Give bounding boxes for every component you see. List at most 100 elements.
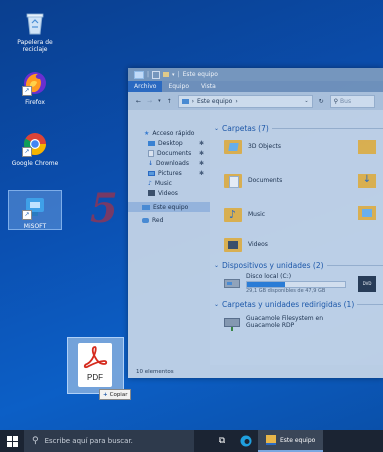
hard-drive-icon	[224, 279, 240, 288]
folder-3d-objects[interactable]: 3D Objects	[224, 138, 281, 154]
taskbar: ⚲ Escribe aquí para buscar. ⧉ Este equip…	[0, 430, 383, 452]
chevron-down-icon: ⌄	[214, 125, 220, 132]
computer-icon	[181, 98, 189, 104]
nav-label: Documents	[157, 149, 192, 157]
group-header-devices[interactable]: ⌄ Dispositivos y unidades (2)	[214, 261, 383, 270]
nav-label: Pictures	[158, 169, 182, 177]
pin-icon[interactable]: ✱	[199, 150, 204, 157]
download-arrow-icon: ↓	[362, 174, 372, 185]
explorer-window[interactable]: | ▾ | Este equipo Archivo Equipo Vista ←…	[128, 68, 383, 378]
drive-c[interactable]: Disco local (C:) 29,1 GB disponibles de …	[224, 273, 364, 295]
dragged-pdf-file[interactable]: PDF	[67, 337, 124, 394]
group-divider	[357, 304, 383, 305]
qat-dropdown-icon[interactable]: ▾	[172, 72, 175, 78]
desktop-icon-firefox[interactable]: ↗ Firefox	[8, 70, 62, 106]
titlebar-separator: |	[147, 71, 150, 78]
taskbar-search-input[interactable]: ⚲ Escribe aquí para buscar.	[24, 430, 194, 452]
firefox-icon: ↗	[22, 70, 48, 96]
pin-icon[interactable]: ✱	[199, 140, 204, 147]
recycle-bin-icon	[22, 10, 48, 36]
group-divider	[326, 265, 383, 266]
search-icon: ⚲	[333, 97, 339, 105]
back-arrow-icon[interactable]: ←	[136, 98, 141, 105]
desktop-icon-chrome[interactable]: ↗ Google Chrome	[4, 131, 66, 167]
navigation-pane: ★ Acceso rápido Desktop ✱ Documents ✱ ↓ …	[128, 110, 210, 378]
ribbon-tabs: Archivo Equipo Vista	[128, 81, 383, 92]
titlebar-separator: |	[177, 71, 180, 78]
edge-taskbar-button[interactable]	[234, 430, 258, 452]
group-header-network[interactable]: ⌄ Carpetas y unidades redirigidas (1)	[214, 300, 383, 309]
tab-archivo[interactable]: Archivo	[128, 81, 163, 92]
nav-item-music[interactable]: ♪ Music	[128, 178, 210, 188]
breadcrumb-chevron-icon[interactable]: ›	[192, 98, 194, 105]
properties-icon[interactable]	[152, 70, 161, 79]
desktop-icon-recycle-bin[interactable]: Papelera de reciclaje	[8, 10, 62, 53]
nav-item-this-pc[interactable]: Este equipo	[128, 202, 210, 212]
nav-item-documents[interactable]: Documents ✱	[128, 148, 210, 158]
tab-equipo[interactable]: Equipo	[162, 81, 195, 92]
network-drive-icon	[224, 318, 240, 331]
address-dropdown-icon[interactable]: ⌄	[304, 98, 308, 104]
up-arrow-icon[interactable]: ↑	[167, 98, 172, 105]
breadcrumb-chevron-icon[interactable]: ›	[235, 98, 237, 105]
folder-music[interactable]: ♪ Music	[224, 206, 265, 222]
nav-label: Videos	[158, 189, 178, 197]
drive-free-space: 29,1 GB disponibles de 47,9 GB	[246, 288, 326, 294]
nav-item-downloads[interactable]: ↓ Downloads ✱	[128, 158, 210, 168]
folder-pictures-partial[interactable]	[358, 206, 376, 220]
pin-icon[interactable]: ✱	[199, 160, 204, 167]
network-drive-guacamole[interactable]: Guacamole Filesystem en Guacamole RDP	[224, 314, 364, 334]
forward-arrow-icon[interactable]: →	[147, 98, 152, 105]
address-input[interactable]: › Este equipo › ⌄	[177, 94, 313, 108]
taskbar-explorer-button[interactable]: Este equipo	[258, 430, 324, 452]
nav-quick-access[interactable]: ★ Acceso rápido	[128, 128, 210, 138]
network-icon	[142, 217, 149, 223]
taskbar-window-label: Este equipo	[280, 436, 316, 444]
item-count: 10 elementos	[136, 368, 174, 375]
dvd-drive-partial[interactable]: DVD	[358, 276, 376, 292]
desktop-icon-misoft[interactable]: ↗ MiSOFT	[8, 190, 62, 230]
nav-item-pictures[interactable]: Pictures ✱	[128, 168, 210, 178]
group-header-folders[interactable]: ⌄ Carpetas (7)	[214, 124, 383, 133]
pdf-label: PDF	[87, 373, 103, 382]
new-folder-icon[interactable]	[163, 72, 170, 77]
search-input[interactable]: ⚲ Bus	[329, 94, 375, 108]
start-button[interactable]	[0, 430, 24, 452]
search-placeholder: Bus	[340, 97, 352, 105]
shortcut-arrow-icon: ↗	[22, 210, 32, 220]
drive-name: Disco local (C:)	[246, 273, 292, 280]
window-titlebar[interactable]: | ▾ | Este equipo	[128, 68, 383, 81]
tab-vista[interactable]: Vista	[195, 81, 222, 92]
folder-documents[interactable]: Documents	[224, 172, 282, 188]
music-note-icon: ♪	[148, 179, 152, 187]
folder-videos[interactable]: Videos	[224, 236, 268, 252]
window-title: Este equipo	[182, 71, 218, 78]
taskbar-search-placeholder: Escribe aquí para buscar.	[44, 437, 133, 445]
chevron-down-icon: ⌄	[214, 301, 220, 308]
folder-desktop-partial[interactable]	[358, 140, 376, 154]
refresh-icon[interactable]: ↻	[319, 98, 324, 105]
plus-icon: +	[103, 391, 108, 398]
status-bar: 10 elementos	[128, 365, 383, 378]
pin-icon[interactable]: ✱	[199, 170, 204, 177]
nav-item-videos[interactable]: Videos	[128, 188, 210, 198]
folder-downloads-partial[interactable]: ↓	[358, 174, 376, 188]
download-arrow-icon: ↓	[148, 159, 154, 167]
pdf-file-icon: PDF	[78, 343, 112, 387]
nav-item-desktop[interactable]: Desktop ✱	[128, 138, 210, 148]
drive-usage-fill	[247, 282, 286, 287]
pictures-icon	[148, 170, 155, 176]
videos-folder-icon	[224, 236, 242, 252]
nav-item-network[interactable]: Red	[128, 215, 210, 225]
file-explorer-icon	[266, 435, 276, 445]
recent-dropdown-icon[interactable]: ▾	[158, 98, 161, 104]
search-icon: ⚲	[32, 436, 39, 446]
nav-label: Music	[154, 179, 172, 187]
breadcrumb-item[interactable]: Este equipo	[197, 98, 232, 105]
task-view-icon: ⧉	[218, 436, 226, 446]
chevron-down-icon: ⌄	[214, 262, 220, 269]
desktop-icon-label: MiSOFT	[23, 223, 47, 230]
nav-label: Downloads	[156, 159, 189, 167]
task-view-button[interactable]: ⧉	[210, 430, 234, 452]
computer-icon	[142, 204, 150, 210]
